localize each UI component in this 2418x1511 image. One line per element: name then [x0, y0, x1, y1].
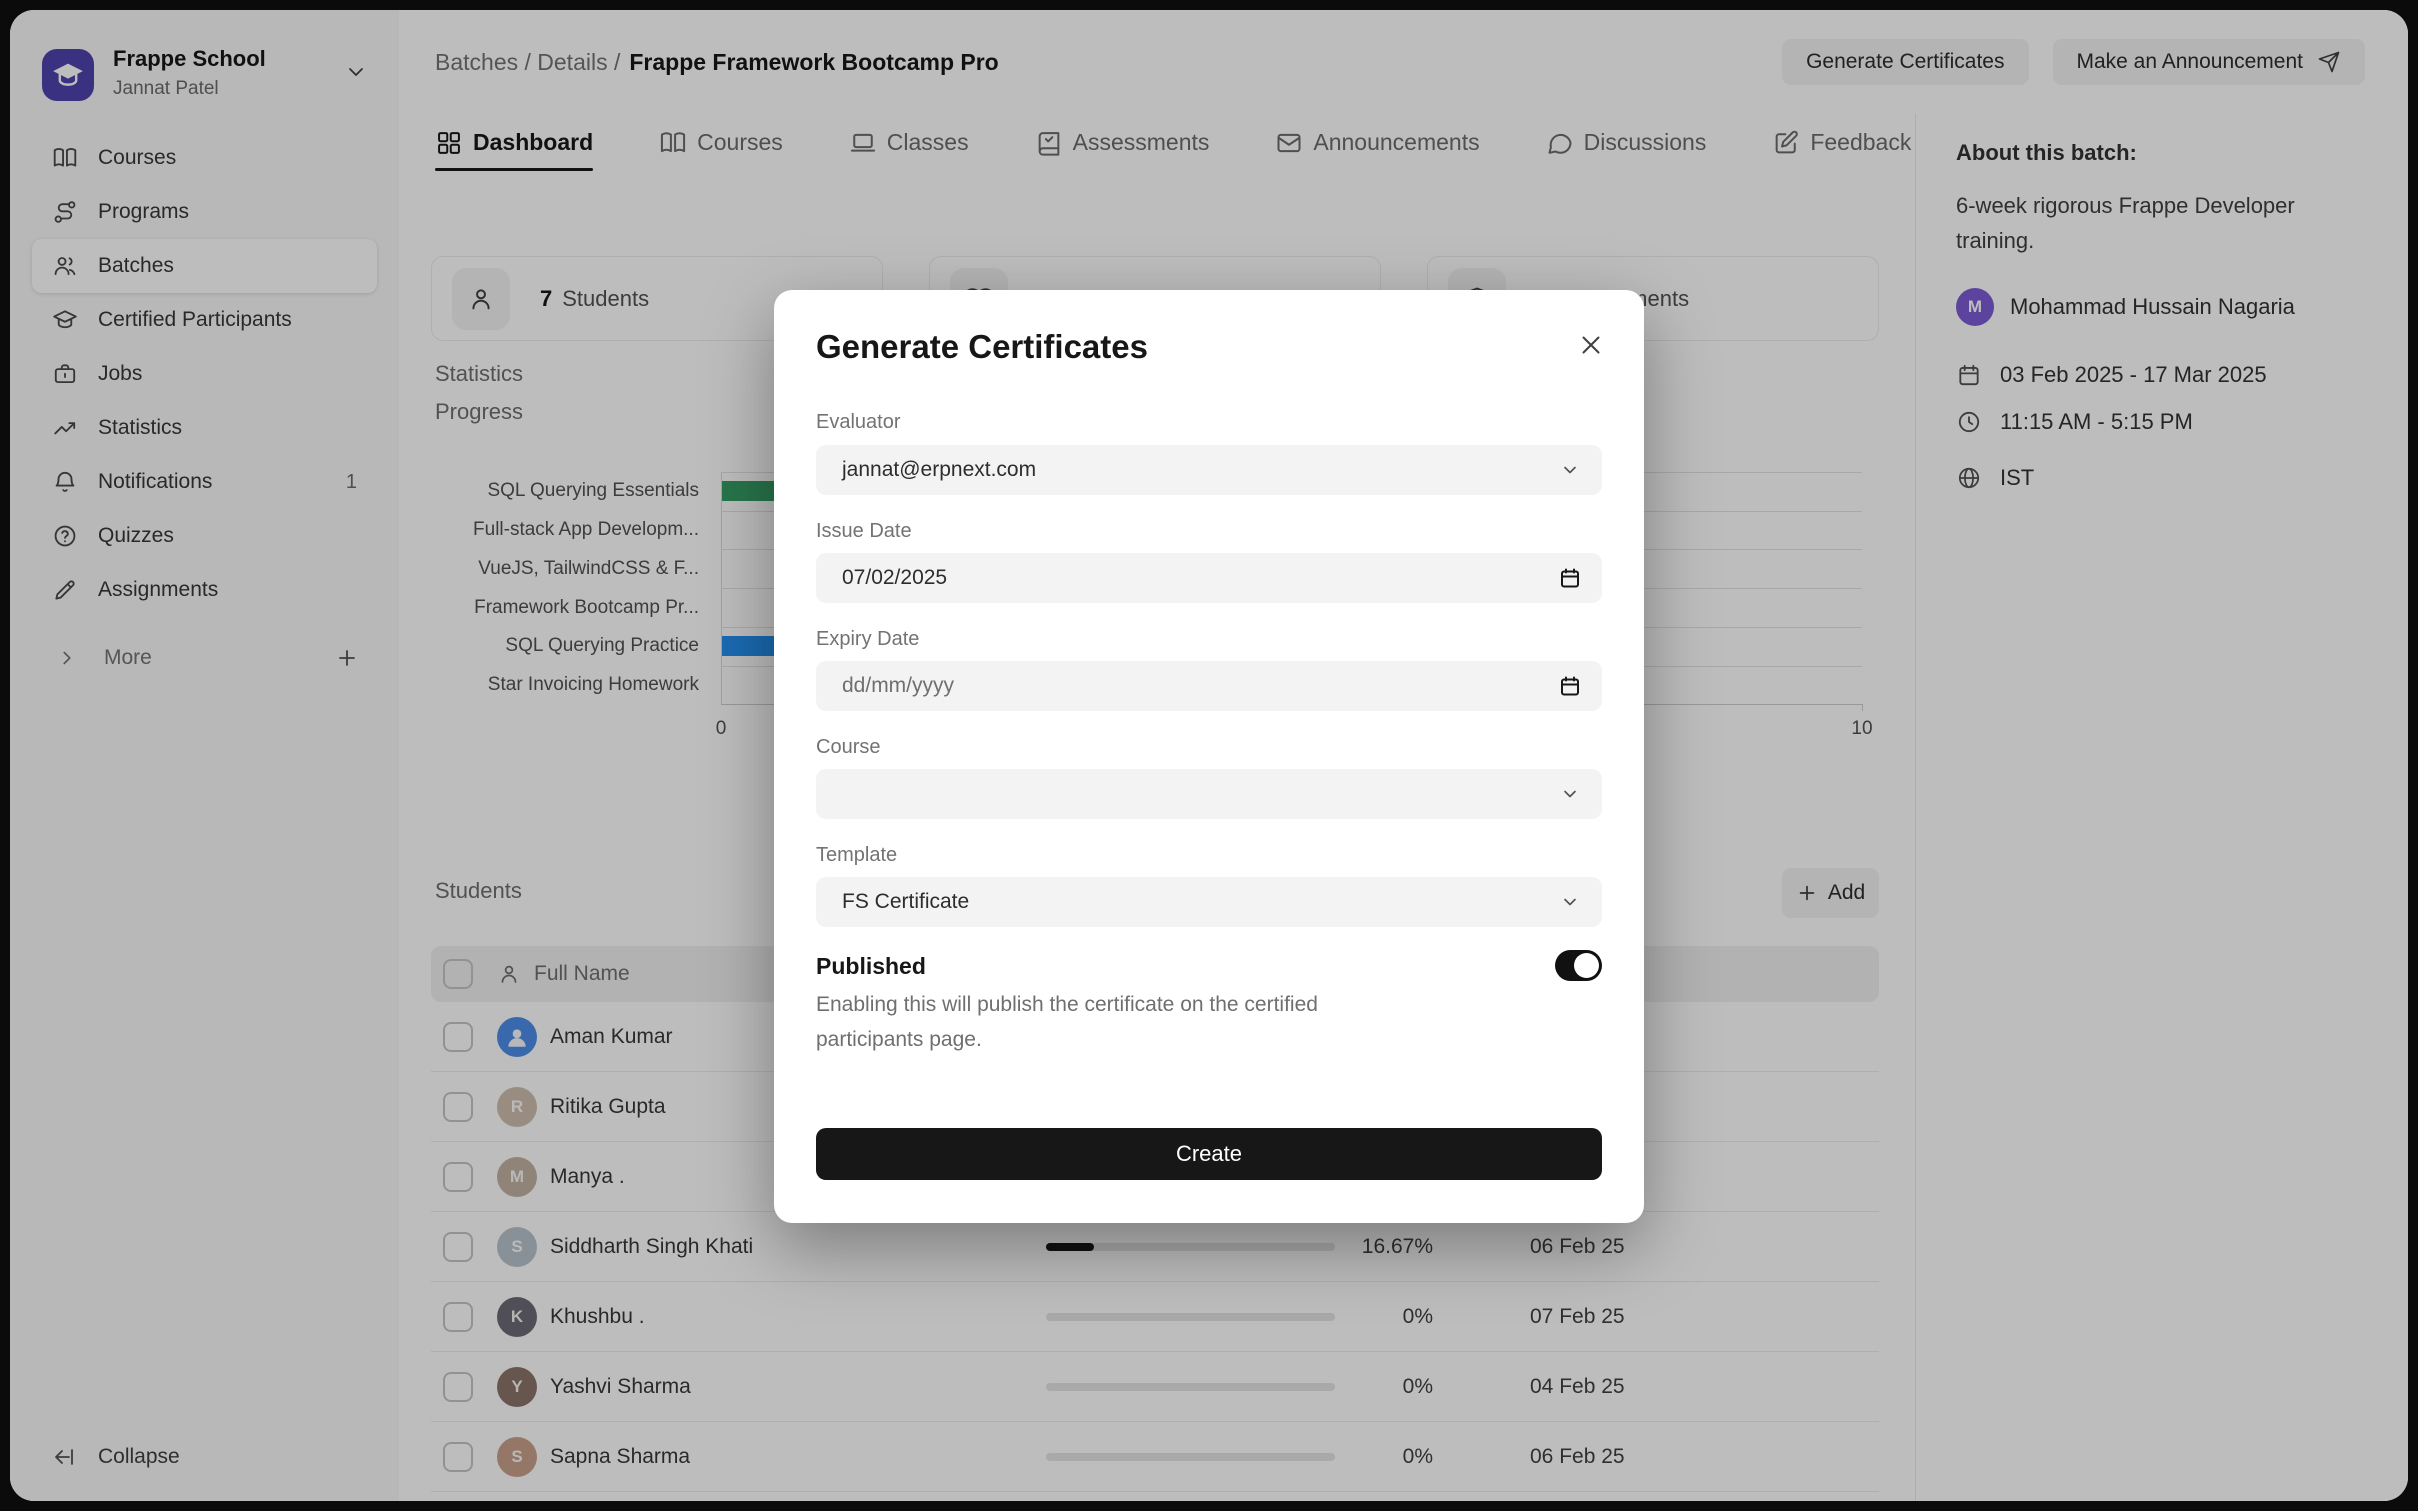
template-label: Template — [816, 844, 897, 867]
chevron-down-icon — [1560, 784, 1580, 804]
chevron-down-icon — [1560, 892, 1580, 912]
issue-date-input[interactable]: 07/02/2025 — [816, 553, 1602, 603]
published-label: Published — [816, 953, 926, 980]
evaluator-select[interactable]: jannat@erpnext.com — [816, 445, 1602, 495]
published-toggle[interactable] — [1555, 950, 1602, 981]
close-icon[interactable] — [1576, 330, 1606, 360]
expiry-date-input[interactable]: dd/mm/yyyy — [816, 661, 1602, 711]
course-select[interactable] — [816, 769, 1602, 819]
expiry-date-label: Expiry Date — [816, 628, 919, 651]
generate-certificates-modal: Generate Certificates Evaluator jannat@e… — [774, 290, 1644, 1223]
calendar-icon[interactable] — [1558, 674, 1582, 698]
chevron-down-icon — [1560, 460, 1580, 480]
app-window: Frappe School Jannat Patel CoursesProgra… — [10, 10, 2408, 1501]
calendar-icon[interactable] — [1558, 566, 1582, 590]
evaluator-label: Evaluator — [816, 411, 901, 434]
issue-date-label: Issue Date — [816, 520, 912, 543]
create-button[interactable]: Create — [816, 1128, 1602, 1180]
template-select[interactable]: FS Certificate — [816, 877, 1602, 927]
modal-title: Generate Certificates — [816, 328, 1148, 366]
published-help-text: Enabling this will publish the certifica… — [816, 987, 1376, 1057]
course-label: Course — [816, 736, 880, 759]
